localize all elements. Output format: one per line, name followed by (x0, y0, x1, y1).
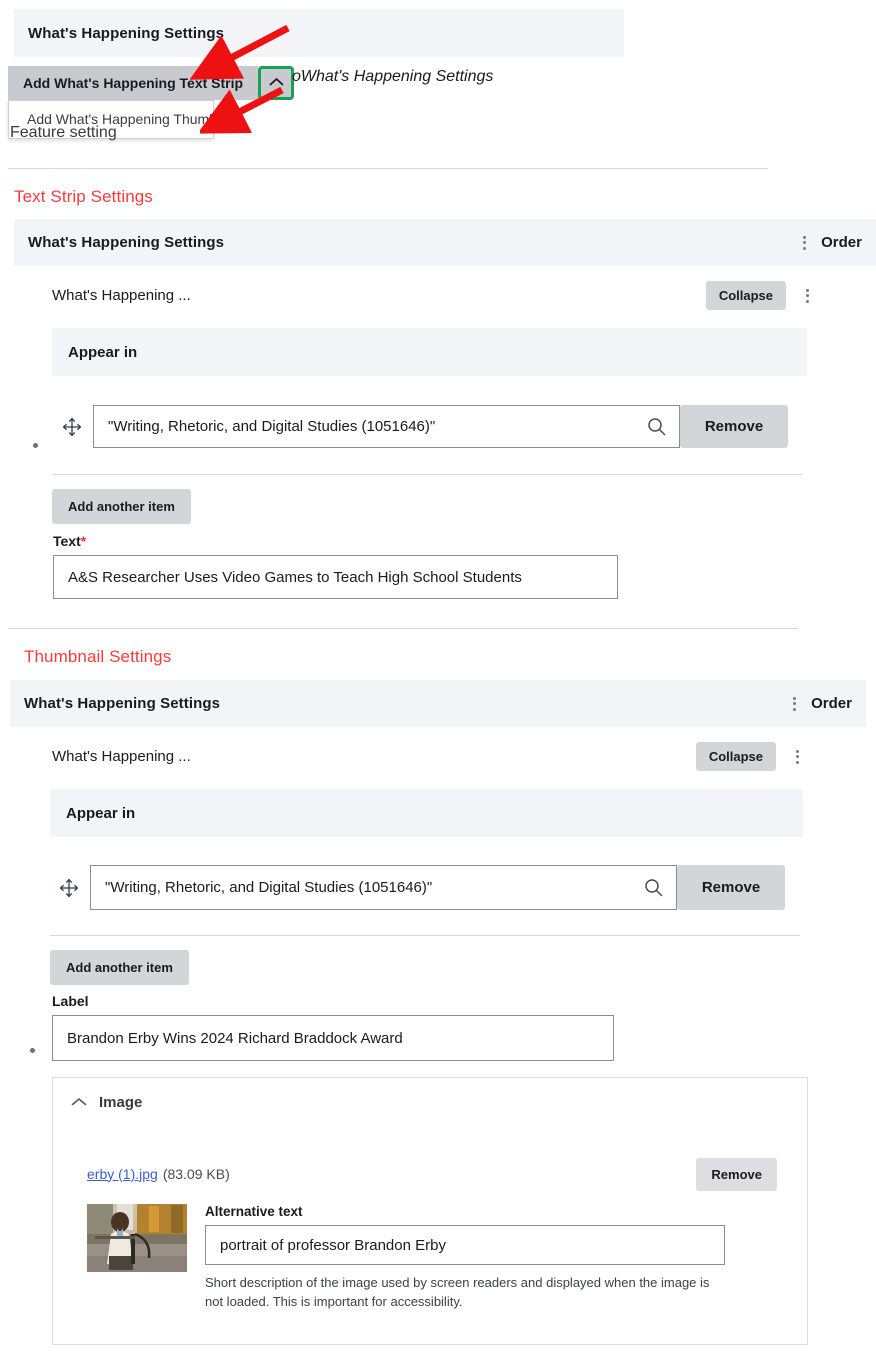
alt-text-help: Short description of the image used by s… (205, 1275, 710, 1309)
divider-thumbnail-items (50, 935, 800, 936)
kebab-menu-icon[interactable] (797, 235, 811, 250)
text-strip-item-title: What's Happening ... (52, 287, 191, 304)
image-panel-header[interactable]: Image (53, 1078, 807, 1111)
text-strip-add-another-item-button[interactable]: Add another item (52, 489, 191, 524)
text-strip-band-title: What's Happening Settings (28, 234, 225, 251)
uploaded-file-link[interactable]: erby (1).jpg (87, 1166, 158, 1182)
label-field-label: Label (52, 993, 89, 1009)
add-item-dropdown-group[interactable]: Add What's Happening Text Strip (8, 66, 295, 100)
text-strip-appear-in-band: Appear in (52, 328, 807, 376)
text-strip-settings-band: What's Happening Settings Order (14, 219, 876, 266)
text-strip-reference-row: Remove (93, 405, 788, 448)
divider-text-strip-items (52, 474, 802, 475)
divider-sections (8, 628, 798, 629)
text-strip-search-field-wrap (93, 405, 680, 448)
thumbnail-item-row: What's Happening ... Collapse (52, 742, 804, 771)
list-bullet (30, 1048, 35, 1053)
dropdown-toggle-button[interactable] (258, 66, 295, 100)
thumbnail-appear-in-band: Appear in (50, 789, 803, 837)
text-strip-order-control[interactable]: Order (797, 234, 862, 251)
search-icon[interactable] (644, 878, 663, 897)
image-preview-and-alt-block: Alternative text Short description of th… (87, 1204, 729, 1312)
whats-happening-settings-header-band: What's Happening Settings (14, 9, 624, 57)
text-strip-item-row: What's Happening ... Collapse (52, 281, 814, 310)
thumbnail-appear-in-label: Appear in (66, 804, 136, 822)
settings-page: What's Happening Settings Add What's Hap… (0, 0, 876, 1372)
uploaded-file-size: (83.09 KB) (162, 1165, 230, 1182)
required-marker: * (80, 533, 87, 549)
thumbnail-order-label: Order (811, 695, 852, 712)
thumbnail-band-title: What's Happening Settings (24, 695, 221, 712)
thumbnail-remove-button[interactable]: Remove (677, 865, 785, 910)
image-thumbnail-preview (87, 1204, 187, 1272)
thumbnail-item-title: What's Happening ... (52, 748, 191, 765)
text-strip-remove-button[interactable]: Remove (680, 405, 788, 448)
label-field-input[interactable] (52, 1015, 614, 1061)
divider-top (8, 168, 768, 169)
alt-text-label: Alternative text (205, 1204, 303, 1219)
text-strip-order-label: Order (821, 234, 862, 251)
feature-setting-text: Feature setting (10, 124, 117, 141)
text-field-label-text: Text (53, 533, 81, 549)
image-panel: Image erby (1).jpg (83.09 KB) Remove Alt… (52, 1077, 808, 1345)
kebab-menu-icon[interactable] (790, 749, 804, 764)
text-field-label: Text* (53, 533, 86, 549)
uploaded-file-row: erby (1).jpg (83.09 KB) Remove (87, 1158, 777, 1191)
add-whats-happening-text-strip-button[interactable]: Add What's Happening Text Strip (8, 66, 259, 100)
drag-handle-icon[interactable] (62, 417, 82, 440)
image-panel-title: Image (99, 1094, 143, 1111)
text-strip-search-input[interactable] (93, 405, 680, 448)
search-icon[interactable] (647, 417, 666, 436)
text-strip-appear-in-label: Appear in (68, 343, 138, 361)
thumbnail-add-another-item-button[interactable]: Add another item (50, 950, 189, 985)
page-title: What's Happening Settings (28, 24, 225, 42)
kebab-menu-icon[interactable] (800, 288, 814, 303)
uploaded-file-info: erby (1).jpg (83.09 KB) (87, 1166, 230, 1184)
text-field-input[interactable] (53, 555, 618, 599)
alt-text-area: Alternative text Short description of th… (205, 1204, 729, 1312)
chevron-up-icon[interactable] (71, 1095, 87, 1110)
thumbnail-search-input[interactable] (90, 865, 677, 910)
side-note-text: oWhat's Happening Settings (292, 68, 494, 85)
thumbnail-collapse-button[interactable]: Collapse (695, 742, 776, 771)
thumbnail-order-control[interactable]: Order (787, 695, 852, 712)
kebab-menu-icon[interactable] (787, 696, 801, 711)
text-strip-settings-heading: Text Strip Settings (14, 187, 153, 206)
thumbnail-settings-band: What's Happening Settings Order (10, 680, 866, 727)
alt-text-input[interactable] (205, 1225, 725, 1265)
thumbnail-settings-heading: Thumbnail Settings (24, 647, 172, 666)
text-strip-collapse-button[interactable]: Collapse (705, 281, 786, 310)
thumbnail-search-field-wrap (90, 865, 677, 910)
chevron-up-icon (269, 74, 284, 92)
image-remove-button[interactable]: Remove (696, 1158, 777, 1191)
list-bullet (33, 443, 38, 448)
drag-handle-icon[interactable] (59, 878, 79, 901)
thumbnail-reference-row: Remove (90, 865, 788, 910)
